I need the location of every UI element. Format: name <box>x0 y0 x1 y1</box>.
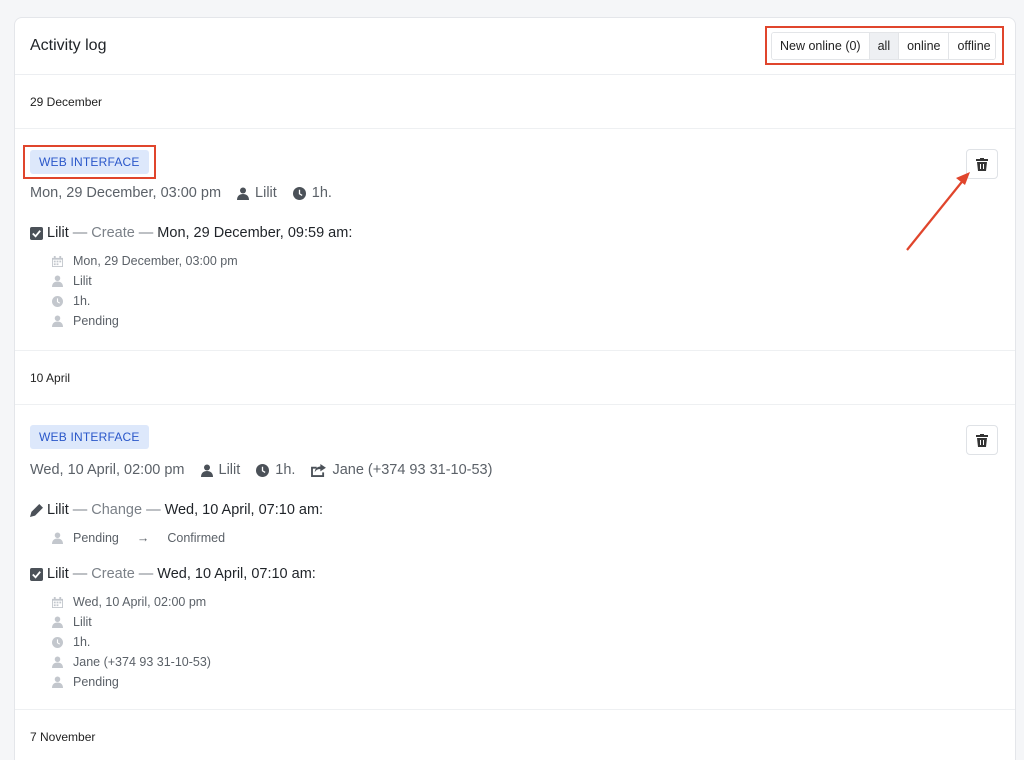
change-row: Pending → Confirmed <box>52 528 1000 548</box>
summary-client-text: Jane (+374 93 31-10-53) <box>332 462 493 478</box>
detail-text: Pending <box>73 314 119 328</box>
detail-row: Wed, 10 April, 02:00 pm <box>52 592 1000 612</box>
detail-text: Jane (+374 93 31-10-53) <box>73 655 211 669</box>
summary-user: Lilit <box>237 185 277 201</box>
delete-button[interactable] <box>966 425 998 455</box>
user-icon <box>237 187 250 200</box>
entry-details: Wed, 10 April, 02:00 pm Lilit 1h. Jane (… <box>30 592 1000 692</box>
activity-section: WEB INTERFACE Mon, 29 December, 03:00 pm… <box>15 129 1015 351</box>
user-icon <box>52 275 63 287</box>
activity-log-card: Activity log New online (0) all online o… <box>14 17 1016 760</box>
source-badge: WEB INTERFACE <box>30 150 149 174</box>
entry-timestamp: Mon, 29 December, 09:59 am: <box>157 225 353 241</box>
entry-timestamp: Wed, 10 April, 07:10 am: <box>157 566 316 582</box>
detail-row: Mon, 29 December, 03:00 pm <box>52 251 1000 271</box>
change-arrow: → <box>136 531 150 545</box>
summary-user: Lilit <box>200 462 241 478</box>
detail-text: 1h. <box>73 635 91 649</box>
entry-action: Create <box>91 566 135 582</box>
entry-user: Lilit <box>47 566 69 582</box>
summary-duration-text: 1h. <box>311 185 332 201</box>
pencil-icon <box>30 503 43 517</box>
calendar-icon <box>52 255 63 267</box>
check-square-icon <box>30 226 43 240</box>
detail-row: Pending <box>52 311 1000 331</box>
badge-highlight: WEB INTERFACE <box>23 145 156 179</box>
detail-text: 1h. <box>73 294 91 308</box>
clock-icon <box>292 186 306 200</box>
change-to: Confirmed <box>167 531 226 545</box>
activity-summary: Wed, 10 April, 02:00 pm Lilit 1h. Jane (… <box>30 462 1000 478</box>
activity-section: WEB INTERFACE Wed, 10 April, 02:00 pm Li… <box>15 405 1015 710</box>
page-title: Activity log <box>30 37 107 54</box>
entry-separator: — <box>138 566 154 582</box>
filter-offline[interactable]: offline <box>948 32 995 59</box>
detail-text: Lilit <box>73 274 92 288</box>
entry-user: Lilit <box>47 502 69 518</box>
entry-details: Pending → Confirmed <box>30 528 1000 548</box>
summary-user-text: Lilit <box>255 185 277 201</box>
share-icon <box>311 463 327 477</box>
clock-icon <box>52 295 63 307</box>
summary-datetime: Mon, 29 December, 03:00 pm <box>30 185 222 201</box>
entry-separator: — <box>72 566 88 582</box>
user-icon <box>52 616 63 628</box>
entry-user: Lilit <box>47 225 69 241</box>
detail-row: Lilit <box>52 612 1000 632</box>
summary-duration: 1h. <box>292 185 332 201</box>
entry-action: Create <box>91 225 135 241</box>
entry-header: Lilit — Create — Mon, 29 December, 09:59… <box>30 225 1000 241</box>
user-icon <box>52 656 63 668</box>
filter-all[interactable]: all <box>868 32 899 59</box>
detail-text: Pending <box>73 675 119 689</box>
change-from: Pending <box>73 531 119 545</box>
clock-icon <box>52 636 63 648</box>
detail-row: 1h. <box>52 291 1000 311</box>
summary-duration: 1h. <box>256 462 295 478</box>
summary-user-text: Lilit <box>218 462 241 478</box>
summary-duration-text: 1h. <box>275 462 296 478</box>
detail-text: Wed, 10 April, 02:00 pm <box>73 595 207 609</box>
user-icon <box>52 315 63 327</box>
activity-summary: Mon, 29 December, 03:00 pm Lilit 1h. <box>30 185 1000 201</box>
trash-icon <box>976 433 988 447</box>
user-icon <box>52 676 63 688</box>
filter-highlight: New online (0) all online offline <box>765 26 1004 65</box>
check-square-icon <box>30 567 43 581</box>
detail-row: Jane (+374 93 31-10-53) <box>52 652 1000 672</box>
clock-icon <box>256 463 270 477</box>
entry-separator: — <box>146 502 161 518</box>
source-badge: WEB INTERFACE <box>30 425 149 449</box>
annotation-arrow-icon <box>906 172 970 251</box>
user-icon <box>52 532 63 544</box>
detail-text: Mon, 29 December, 03:00 pm <box>73 254 238 268</box>
user-icon <box>200 464 213 477</box>
date-heading: 10 April <box>15 351 1015 405</box>
detail-row: Pending <box>52 672 1000 692</box>
entry-timestamp: Wed, 10 April, 07:10 am: <box>164 502 324 518</box>
date-heading: 7 November <box>30 730 96 744</box>
detail-row: 1h. <box>52 632 1000 652</box>
detail-text: Lilit <box>73 615 92 629</box>
filter-new-online[interactable]: New online (0) <box>772 32 869 59</box>
filter-group: New online (0) all online offline <box>771 31 996 60</box>
entry-details: Mon, 29 December, 03:00 pm Lilit 1h. Pen… <box>30 251 1000 331</box>
calendar-icon <box>52 596 63 608</box>
entry-header: Lilit — Change — Wed, 10 April, 07:10 am… <box>30 502 1000 518</box>
entry-separator: — <box>138 225 154 241</box>
entry-action: Change <box>91 502 143 518</box>
entry-separator: — <box>72 502 88 518</box>
summary-datetime: Wed, 10 April, 02:00 pm <box>30 462 185 478</box>
date-heading: 29 December <box>15 75 1015 129</box>
detail-row: Lilit <box>52 271 1000 291</box>
filter-online[interactable]: online <box>898 32 949 59</box>
entry-separator: — <box>72 225 88 241</box>
entry-header: Lilit — Create — Wed, 10 April, 07:10 am… <box>30 566 1000 582</box>
summary-client: Jane (+374 93 31-10-53) <box>311 462 492 478</box>
